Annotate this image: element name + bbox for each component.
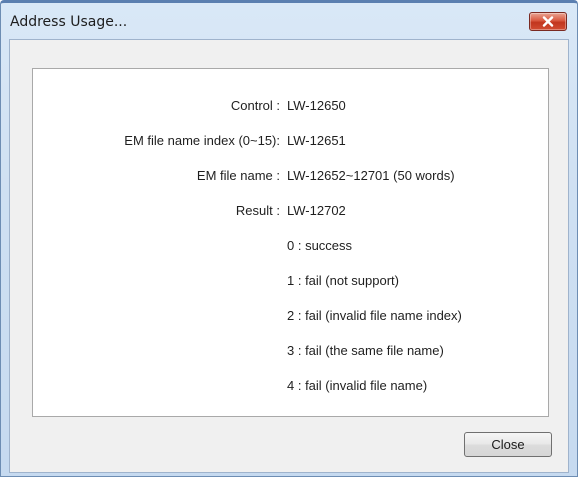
result-code-row: 4 : fail (invalid file name) [33,376,548,396]
close-button[interactable]: Close [464,432,552,457]
result-code-success: 0 : success [287,238,353,253]
address-details-panel: Control : LW-12650 EM file name index (0… [32,68,549,417]
control-label: Control : [230,98,280,113]
em-name-row: EM file name : LW-12652~12701 (50 words) [33,166,548,186]
result-code-row: 1 : fail (not support) [33,271,548,291]
result-code-invalid-name: 4 : fail (invalid file name) [287,378,428,393]
result-code-same-name: 3 : fail (the same file name) [287,343,444,358]
result-code-not-support: 1 : fail (not support) [287,273,399,288]
result-code-invalid-index: 2 : fail (invalid file name index) [287,308,462,323]
result-row: Result : LW-12702 [33,201,548,221]
title-close-button[interactable] [529,12,567,31]
result-code-row: 0 : success [33,236,548,256]
address-usage-dialog: Address Usage... Control : LW-12650 EM f… [0,0,578,477]
title-bar[interactable]: Address Usage... [1,3,577,37]
em-index-label: EM file name index (0~15): [124,133,280,148]
result-label: Result : [235,203,280,218]
control-row: Control : LW-12650 [33,96,548,116]
result-code-row: 2 : fail (invalid file name index) [33,306,548,326]
em-name-label: EM file name : [196,168,280,183]
window-title: Address Usage... [10,14,128,30]
em-index-row: EM file name index (0~15): LW-12651 [33,131,548,151]
em-index-value: LW-12651 [287,133,346,148]
close-icon [542,16,554,27]
result-value: LW-12702 [287,203,346,218]
dialog-client-area: Control : LW-12650 EM file name index (0… [9,39,569,473]
em-name-value: LW-12652~12701 (50 words) [287,168,455,183]
result-code-row: 3 : fail (the same file name) [33,341,548,361]
control-value: LW-12650 [287,98,346,113]
